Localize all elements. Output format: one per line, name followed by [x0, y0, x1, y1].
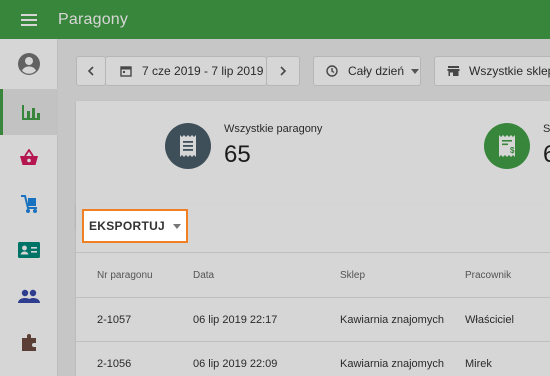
main-content: 7 cze 2019 - 7 lip 2019 Cały dzień Wszys…	[58, 39, 550, 376]
basket-icon	[20, 149, 38, 165]
table-cell: Kawiarnia znajomych	[340, 358, 444, 370]
calendar-icon	[120, 65, 132, 77]
export-button[interactable]: EKSPORTUJ	[88, 219, 182, 233]
sidebar	[0, 39, 58, 376]
app-bar: Paragony	[0, 0, 550, 39]
store-icon	[447, 65, 460, 77]
table-cell: 2-1056	[97, 358, 132, 370]
highlight-frame-spotlight: EKSPORTUJ	[82, 209, 188, 243]
table-cell: Kawiarnia znajomych	[340, 314, 444, 326]
prev-period-button[interactable]	[76, 56, 106, 86]
account-circle-icon	[18, 53, 40, 75]
clock-icon	[326, 65, 338, 77]
caret-down-icon	[173, 223, 182, 229]
sidebar-item-inventory[interactable]	[0, 181, 58, 227]
menu-icon	[21, 13, 37, 26]
stat-second-label: Sp	[543, 123, 550, 135]
id-card-icon	[18, 242, 40, 258]
app-title: Paragony	[58, 10, 129, 28]
sidebar-item-employees[interactable]	[0, 227, 58, 273]
stat-all-receipts-value: 65	[224, 141, 251, 168]
receipt-money-icon: $	[484, 123, 530, 169]
table-cell: Właściciel	[465, 314, 514, 326]
column-header[interactable]: Sklep	[340, 270, 365, 281]
sidebar-item-sales[interactable]	[0, 135, 58, 181]
date-range-picker[interactable]: 7 cze 2019 - 7 lip 2019	[105, 56, 267, 86]
column-header[interactable]: Data	[193, 270, 214, 281]
filter-bar: 7 cze 2019 - 7 lip 2019 Cały dzień Wszys…	[58, 39, 550, 96]
sidebar-item-integrations[interactable]	[0, 319, 58, 365]
store-filter-label: Wszystkie sklepy	[469, 64, 550, 78]
column-header[interactable]: Pracownik	[465, 270, 511, 281]
table-cell: 06 lip 2019 22:09	[193, 358, 278, 370]
puzzle-icon	[22, 334, 36, 351]
hand-truck-icon	[21, 195, 37, 213]
column-header[interactable]: Nr paragonu	[97, 270, 153, 281]
sidebar-item-reports[interactable]	[0, 89, 58, 135]
svg-text:$: $	[510, 146, 515, 155]
store-filter-dropdown[interactable]: Wszystkie sklepy	[434, 56, 550, 86]
time-filter-label: Cały dzień	[348, 64, 405, 78]
table-row[interactable]: 2-1057 06 lip 2019 22:17 Kawiarnia znajo…	[76, 298, 550, 342]
caret-down-icon	[411, 68, 420, 74]
chevron-right-icon	[280, 66, 287, 76]
sidebar-item-customers[interactable]	[0, 273, 58, 319]
sidebar-item-account[interactable]	[0, 41, 58, 87]
next-period-button[interactable]	[266, 56, 300, 86]
table-cell: 06 lip 2019 22:17	[193, 314, 278, 326]
chevron-left-icon	[87, 66, 94, 76]
people-icon	[18, 289, 40, 303]
receipt-icon	[165, 123, 211, 169]
bar-chart-icon	[21, 105, 40, 120]
stat-second[interactable]: $ Sp 6	[484, 123, 550, 169]
menu-button[interactable]	[0, 0, 58, 39]
time-filter-dropdown[interactable]: Cały dzień	[313, 56, 421, 86]
stat-second-value: 6	[543, 141, 550, 168]
export-button-label: EKSPORTUJ	[88, 219, 166, 233]
table-cell: Mirek	[465, 358, 492, 370]
date-range-label: 7 cze 2019 - 7 lip 2019	[142, 64, 264, 78]
stat-all-receipts[interactable]: Wszystkie paragony 65	[165, 123, 322, 169]
stat-all-receipts-label: Wszystkie paragony	[224, 123, 323, 135]
table-header: Nr paragonu Data Sklep Pracownik	[76, 252, 550, 298]
table-row[interactable]: 2-1056 06 lip 2019 22:09 Kawiarnia znajo…	[76, 342, 550, 376]
table-cell: 2-1057	[97, 314, 132, 326]
